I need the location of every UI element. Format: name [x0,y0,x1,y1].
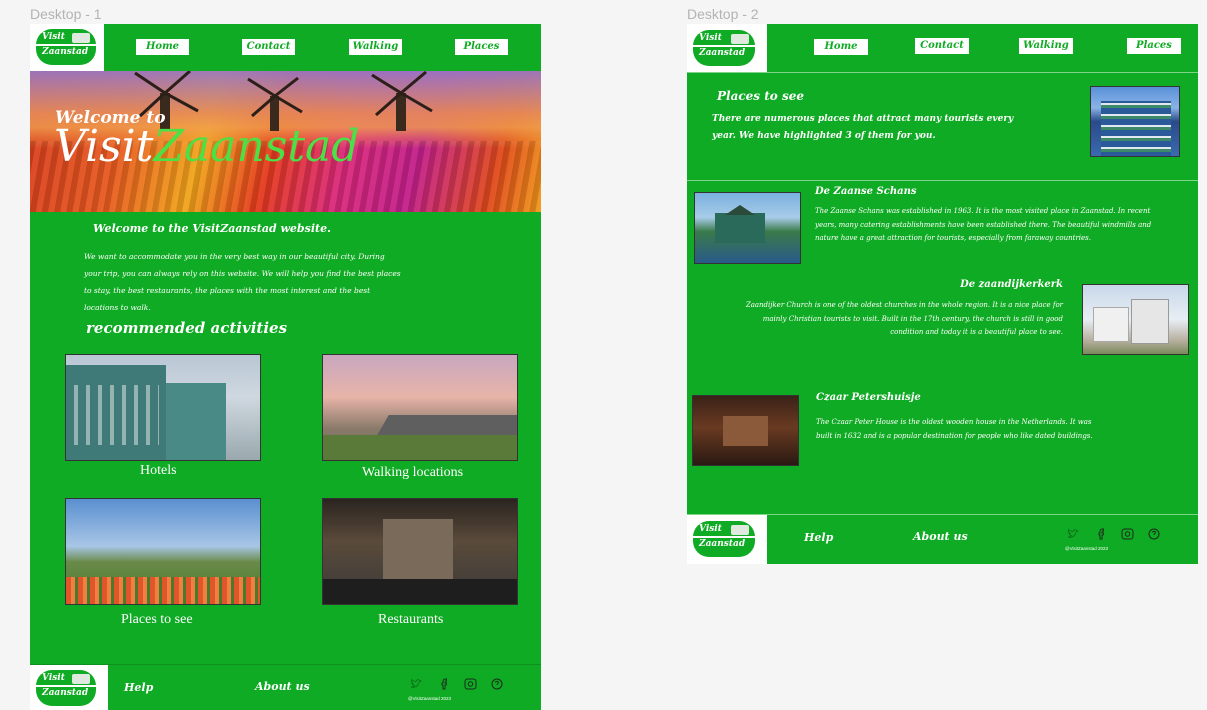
twitter-icon[interactable] [1067,528,1079,540]
description-line: built in 1632 and is a popular destinati… [816,431,1093,440]
places-intro-image[interactable] [1090,86,1180,157]
frame-label-desktop-2[interactable]: Desktop - 2 [687,6,759,22]
activity-label-walking[interactable]: Walking locations [362,465,463,481]
nav-contact-button[interactable]: Contact [915,38,969,54]
header-logo[interactable]: Visit Zaanstad [687,24,767,72]
footer-logo[interactable]: Visit Zaanstad [687,515,767,564]
activity-label-hotels[interactable]: Hotels [140,463,177,479]
places-intro-title: Places to see [717,89,804,103]
logo-text-zaanstad: Zaanstad [42,688,89,698]
logo-text-visit: Visit [699,33,722,43]
nav-home-button[interactable]: Home [136,39,189,55]
description-line: The Zaanse Schans was established in 196… [815,207,1151,215]
activity-label-places[interactable]: Places to see [121,612,193,628]
intro-line: We want to accommodate you in the very b… [84,252,385,261]
footer-about-link[interactable]: About us [913,530,968,543]
logo-text-zaanstad: Zaanstad [699,539,746,549]
header-divider [687,72,1198,73]
footer-logo[interactable]: Visit Zaanstad [30,665,108,710]
czaar-petershuisje-image[interactable] [692,395,799,466]
header-logo[interactable]: Visit Zaanstad [30,24,104,71]
footer-social-icons [1067,528,1160,542]
instagram-icon[interactable] [1121,528,1134,540]
logo-text-zaanstad: Zaanstad [699,48,746,58]
footer-social-icons [410,678,503,692]
logo-building-icon [731,525,749,535]
logo-text-zaanstad: Zaanstad [42,47,89,57]
restaurants-image[interactable] [322,498,518,605]
nav-walking-button[interactable]: Walking [1019,38,1073,54]
place-description-zaanse-schans: The Zaanse Schans was established in 196… [815,205,1151,246]
footer-help-link[interactable]: Help [124,681,153,694]
place-title-zaandijkerkerk: De zaandijkerkerk [960,279,1063,290]
help-icon[interactable] [1148,528,1160,540]
nav-walking-button[interactable]: Walking [349,39,402,55]
nav-home-button[interactable]: Home [814,39,868,55]
hotels-image[interactable] [65,354,261,461]
walking-locations-image[interactable] [322,354,518,461]
nav-contact-button[interactable]: Contact [242,39,295,55]
zaanse-schans-image[interactable] [694,192,801,264]
footer-help-link[interactable]: Help [804,531,833,544]
place-description-zaandijkerkerk: Zaandijker Church is one of the oldest c… [746,299,1063,340]
nav-places-button[interactable]: Places [1127,38,1181,54]
nav-places-button[interactable]: Places [455,39,508,55]
place-title-zaanse-schans: De Zaanse Schans [815,186,917,197]
zaandijkerkerk-image[interactable] [1082,284,1189,355]
intro-line: year. We have highlighted 3 of them for … [712,131,936,141]
places-to-see-image[interactable] [65,498,261,605]
description-line: mainly Christian tourists to visit. Buil… [762,314,1063,323]
footer-about-link[interactable]: About us [255,680,310,693]
instagram-icon[interactable] [464,678,477,690]
intro-line: your trip, you can always rely on this w… [84,269,401,278]
description-line: condition and today it is a beautiful pl… [890,328,1063,336]
description-line: Zaandijker Church is one of the oldest c… [745,301,1063,309]
windmill-image [371,71,433,131]
desktop-1-frame: Visit Zaanstad Home Contact Walking Plac… [30,24,541,710]
logo-building-icon [731,34,749,44]
desktop-2-frame: Visit Zaanstad Home Contact Walking Plac… [687,24,1198,564]
activities-heading: recommended activities [86,319,288,337]
logo-text-visit: Visit [42,673,65,683]
intro-paragraph: We want to accommodate you in the very b… [84,248,401,316]
help-icon[interactable] [491,678,503,690]
section-divider [687,180,1198,181]
hero-title-visit: Visit [54,121,154,172]
facebook-icon[interactable] [438,678,450,690]
description-line: years, many catering establishments have… [815,220,1152,229]
places-intro-paragraph: There are numerous places that attract m… [712,111,1013,145]
hero-title-zaanstad: Zaanstad [153,121,360,172]
place-title-czaar-petershuisje: Czaar Petershuisje [816,392,921,403]
activity-label-restaurants[interactable]: Restaurants [378,612,443,628]
logo-text-visit: Visit [699,524,722,534]
facebook-icon[interactable] [1095,528,1107,540]
twitter-icon[interactable] [410,678,422,690]
logo-building-icon [72,674,90,684]
footer-handle: @VisitZaanstad 2023 [1065,546,1109,551]
place-description-czaar-petershuisje: The Czaar Peter House is the oldest wood… [816,416,1093,443]
frame-label-desktop-1[interactable]: Desktop - 1 [30,6,102,22]
hero-title: VisitZaanstad [54,123,359,171]
logo-building-icon [72,33,90,43]
intro-heading: Welcome to the VisitZaanstad website. [93,222,331,235]
description-line: The Czaar Peter House is the oldest wood… [816,418,1092,426]
intro-line: There are numerous places that attract m… [712,114,1014,124]
intro-line: to stay, the best restaurants, the place… [84,286,371,295]
hero-banner: Welcome to VisitZaanstad [30,71,541,212]
description-line: nature have a great attraction for touri… [815,234,1091,242]
intro-line: locations to walk. [84,303,151,312]
footer-handle: @VisitZaanstad 2023 [408,696,452,701]
logo-text-visit: Visit [42,32,65,42]
